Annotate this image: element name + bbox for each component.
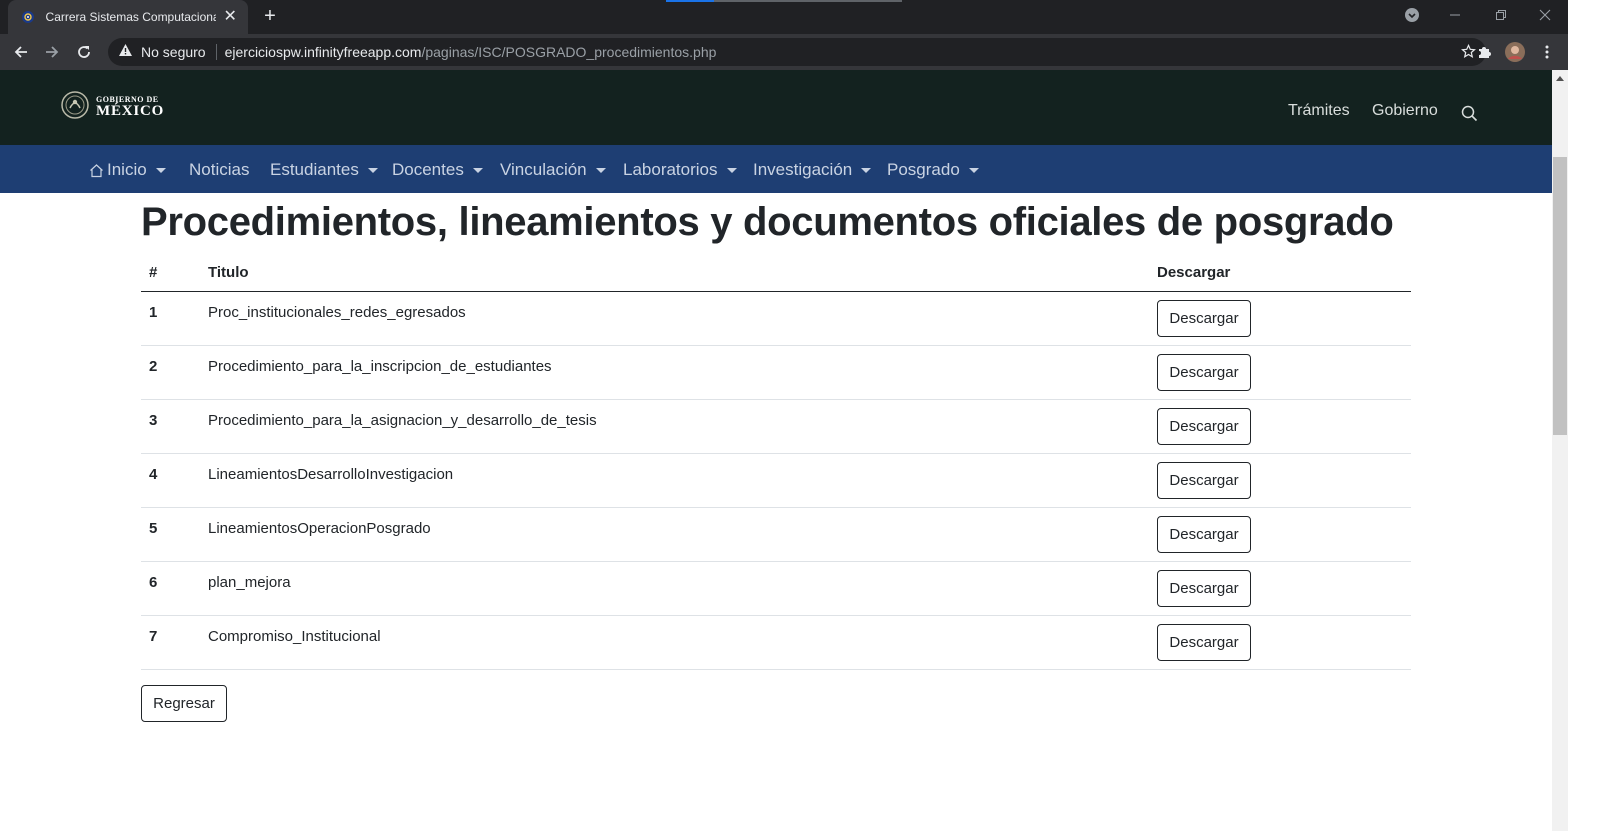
- table-row: 1 Proc_institucionales_redes_egresados D…: [141, 292, 1411, 346]
- table-row: 2 Procedimiento_para_la_inscripcion_de_e…: [141, 346, 1411, 400]
- nav-docentes[interactable]: Docentes: [392, 160, 483, 180]
- chevron-down-icon: [968, 168, 979, 173]
- scroll-up-arrow-icon[interactable]: [1552, 72, 1568, 84]
- tab-close-icon[interactable]: ✕: [222, 9, 238, 25]
- nav-vinculacion[interactable]: Vinculación: [500, 160, 606, 180]
- tab-strip-indicator: [666, 0, 714, 2]
- search-icon[interactable]: [1461, 105, 1478, 127]
- page-title: Procedimientos, lineamientos y documento…: [141, 200, 1394, 244]
- chevron-down-icon: [472, 168, 483, 173]
- extensions-puzzle-icon[interactable]: [1470, 38, 1498, 66]
- tab-strip-indicator-track: [714, 0, 902, 2]
- gov-header: GOBIERNO DE MÉXICO Trámites Gobierno: [0, 70, 1552, 145]
- nav-laboratorios-label: Laboratorios: [623, 160, 718, 179]
- back-button[interactable]: Regresar: [141, 685, 227, 722]
- nav-posgrado-label: Posgrado: [887, 160, 960, 179]
- forward-arrow-icon[interactable]: [38, 38, 66, 66]
- window-edge: [1568, 0, 1600, 831]
- nav-inicio[interactable]: Inicio: [89, 160, 166, 180]
- column-header-number: #: [149, 264, 158, 281]
- profile-avatar[interactable]: [1501, 38, 1529, 66]
- nav-investigacion[interactable]: Investigación: [753, 160, 872, 180]
- security-label[interactable]: No seguro: [141, 44, 206, 60]
- nav-estudiantes[interactable]: Estudiantes: [270, 160, 378, 180]
- table-header: # Titulo Descargar: [141, 256, 1411, 292]
- chevron-down-icon: [367, 168, 378, 173]
- nav-posgrado[interactable]: Posgrado: [887, 160, 979, 180]
- chevron-down-icon: [155, 168, 166, 173]
- nav-vinculacion-label: Vinculación: [500, 160, 587, 179]
- address-bar[interactable]: No seguro ejerciciospw.infinityfreeapp.c…: [108, 38, 1486, 66]
- reload-icon[interactable]: [70, 38, 98, 66]
- gov-logo-line2: MÉXICO: [96, 103, 165, 119]
- row-number: 2: [149, 358, 158, 375]
- row-number: 5: [149, 520, 158, 537]
- table-row: 4 LineamientosDesarrolloInvestigacion De…: [141, 454, 1411, 508]
- download-button[interactable]: Descargar: [1157, 354, 1251, 391]
- documents-table: # Titulo Descargar 1 Proc_institucionale…: [141, 256, 1411, 670]
- row-title: Procedimiento_para_la_inscripcion_de_est…: [208, 358, 552, 375]
- table-row: 7 Compromiso_Institucional Descargar: [141, 616, 1411, 670]
- minimize-icon[interactable]: [1440, 0, 1470, 30]
- download-button[interactable]: Descargar: [1157, 408, 1251, 445]
- nav-docentes-label: Docentes: [392, 160, 464, 179]
- row-title: plan_mejora: [208, 574, 291, 591]
- table-row: 5 LineamientosOperacionPosgrado Descarga…: [141, 508, 1411, 562]
- table-row: 6 plan_mejora Descargar: [141, 562, 1411, 616]
- nav-investigacion-label: Investigación: [753, 160, 853, 179]
- gov-logo-text: GOBIERNO DE MÉXICO: [96, 96, 164, 119]
- column-header-title: Titulo: [208, 264, 249, 281]
- column-header-download: Descargar: [1157, 264, 1231, 281]
- row-title: Compromiso_Institucional: [208, 628, 381, 645]
- row-title: Proc_institucionales_redes_egresados: [208, 304, 466, 321]
- site-favicon-icon: [20, 9, 36, 25]
- nav-estudiantes-label: Estudiantes: [270, 160, 359, 179]
- chevron-down-icon: [595, 168, 606, 173]
- chevron-down-icon: [861, 168, 872, 173]
- download-button[interactable]: Descargar: [1157, 462, 1251, 499]
- tab-title: Carrera Sistemas Computacionales: [45, 10, 217, 24]
- browser-toolbar: No seguro ejerciciospw.infinityfreeapp.c…: [0, 34, 1600, 70]
- row-number: 3: [149, 412, 158, 429]
- close-window-icon[interactable]: [1530, 0, 1560, 30]
- nav-noticias[interactable]: Noticias: [189, 160, 249, 180]
- tramites-link[interactable]: Trámites: [1288, 102, 1350, 120]
- back-arrow-icon[interactable]: [7, 38, 35, 66]
- browser-tab-strip: Carrera Sistemas Computacionales ✕ +: [0, 0, 1600, 34]
- home-icon: [89, 163, 104, 178]
- download-button[interactable]: Descargar: [1157, 624, 1251, 661]
- tab-search-icon[interactable]: [1400, 0, 1424, 30]
- row-number: 1: [149, 304, 158, 321]
- row-number: 7: [149, 628, 158, 645]
- row-title: LineamientosOperacionPosgrado: [208, 520, 431, 537]
- nav-inicio-label: Inicio: [107, 160, 147, 179]
- main-navbar: Inicio Noticias Estudiantes Docentes Vin…: [0, 145, 1552, 193]
- restore-icon[interactable]: [1486, 0, 1516, 30]
- gobierno-link[interactable]: Gobierno: [1372, 102, 1438, 120]
- chevron-down-icon: [726, 168, 737, 173]
- gov-logo[interactable]: GOBIERNO DE MÉXICO: [60, 90, 164, 125]
- browser-tab[interactable]: Carrera Sistemas Computacionales ✕: [8, 0, 248, 34]
- new-tab-icon[interactable]: +: [258, 5, 282, 29]
- row-title: LineamientosDesarrolloInvestigacion: [208, 466, 454, 483]
- download-button[interactable]: Descargar: [1157, 570, 1251, 607]
- browser-menu-icon[interactable]: [1533, 38, 1561, 66]
- row-title: Procedimiento_para_la_asignacion_y_desar…: [208, 412, 597, 429]
- table-row: 3 Procedimiento_para_la_asignacion_y_des…: [141, 400, 1411, 454]
- coat-of-arms-icon: [60, 90, 90, 125]
- scrollbar-thumb[interactable]: [1553, 157, 1567, 435]
- row-number: 6: [149, 574, 158, 591]
- download-button[interactable]: Descargar: [1157, 300, 1251, 337]
- url-host[interactable]: ejerciciospw.infinityfreeapp.com: [225, 44, 422, 60]
- nav-laboratorios[interactable]: Laboratorios: [623, 160, 737, 180]
- download-button[interactable]: Descargar: [1157, 516, 1251, 553]
- nav-noticias-label: Noticias: [189, 160, 250, 179]
- url-path[interactable]: /paginas/ISC/POSGRADO_procedimientos.php: [421, 44, 716, 60]
- omnibox-divider: [215, 44, 217, 60]
- row-number: 4: [149, 466, 158, 483]
- warning-icon[interactable]: [118, 43, 133, 62]
